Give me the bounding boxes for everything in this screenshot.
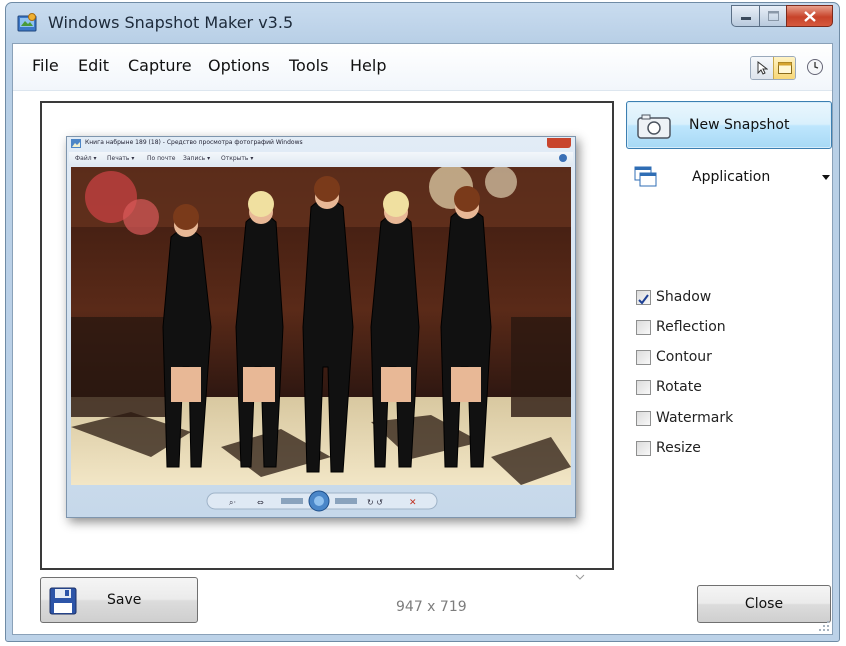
option-label: Resize <box>656 440 701 456</box>
svg-text:⌕·: ⌕· <box>229 498 236 507</box>
new-snapshot-label: New Snapshot <box>689 117 790 133</box>
resize-checkbox[interactable] <box>636 441 651 456</box>
captured-viewer-controls: ⌕· ⇔ ↻ ↺ ✕ <box>67 487 575 513</box>
resize-grip-icon[interactable] <box>818 620 830 632</box>
preview-resize-grip-icon[interactable] <box>575 574 585 580</box>
title-bar[interactable]: Windows Snapshot Maker v3.5 <box>6 3 839 43</box>
option-reflection[interactable]: Reflection <box>636 319 816 339</box>
maximize-icon <box>767 11 779 21</box>
window-icon <box>777 62 792 74</box>
app-logo-icon <box>17 13 37 32</box>
option-resize[interactable]: Resize <box>636 440 816 460</box>
save-button[interactable]: Save <box>40 577 198 623</box>
capture-source-value: Application <box>692 169 771 185</box>
window-close-button[interactable] <box>786 5 833 27</box>
captured-window-title: Книга набрыне 189 (18) - Средство просмо… <box>85 139 303 146</box>
option-label: Rotate <box>656 379 702 395</box>
menu-options[interactable]: Options <box>208 56 270 75</box>
option-label: Shadow <box>656 289 712 305</box>
checkmark-icon <box>638 294 649 305</box>
photo-viewer-icon <box>71 139 81 148</box>
menu-edit[interactable]: Edit <box>78 56 109 75</box>
option-watermark[interactable]: Watermark <box>636 410 816 430</box>
captured-menu-item: По почте <box>147 155 176 162</box>
help-icon <box>559 154 567 162</box>
menu-tools[interactable]: Tools <box>289 56 328 75</box>
clock-icon[interactable] <box>806 58 824 76</box>
menu-bar: File Edit Capture Options Tools Help <box>13 44 832 91</box>
minimize-icon <box>740 17 751 20</box>
window-title: Windows Snapshot Maker v3.5 <box>48 13 294 32</box>
photo-content <box>71 167 571 485</box>
captured-window-image: Книга набрыне 189 (18) - Средство просмо… <box>66 136 576 518</box>
close-button[interactable]: Close <box>697 585 831 623</box>
application-window-icon <box>634 166 657 187</box>
cursor-mode-button[interactable] <box>751 57 773 79</box>
viewer-controls-strip: ⌕· ⇔ ↻ ↺ ✕ <box>206 490 438 512</box>
captured-menu-item: Запись ▾ <box>183 155 211 162</box>
svg-text:✕: ✕ <box>409 498 417 508</box>
captured-close-button <box>547 138 571 148</box>
svg-text:↻ ↺: ↻ ↺ <box>367 498 383 507</box>
rotate-checkbox[interactable] <box>636 380 651 395</box>
minimize-button[interactable] <box>731 5 759 27</box>
captured-menubar: Файл ▾ Печать ▾ По почте Запись ▾ Открыт… <box>69 152 573 166</box>
maximize-button[interactable] <box>759 5 786 27</box>
menu-file[interactable]: File <box>32 56 59 75</box>
caption-buttons <box>731 5 833 27</box>
contour-checkbox[interactable] <box>636 350 651 365</box>
image-dimensions: 947 x 719 <box>396 599 467 615</box>
cursor-icon <box>757 61 768 75</box>
floppy-disk-icon <box>49 587 77 615</box>
option-label: Reflection <box>656 319 726 335</box>
window-mode-button[interactable] <box>773 57 795 79</box>
option-rotate[interactable]: Rotate <box>636 379 816 399</box>
capture-mode-toggle <box>750 56 796 80</box>
performers-photo <box>71 167 571 485</box>
captured-menu-item: Открыть ▾ <box>221 155 254 162</box>
option-contour[interactable]: Contour <box>636 349 816 369</box>
app-window: Windows Snapshot Maker v3.5 File Edit Ca… <box>5 2 840 642</box>
option-label: Contour <box>656 349 712 365</box>
svg-text:⇔: ⇔ <box>257 498 264 507</box>
save-label: Save <box>107 592 142 608</box>
new-snapshot-button[interactable]: New Snapshot <box>626 101 832 149</box>
option-label: Watermark <box>656 410 734 426</box>
client-area: File Edit Capture Options Tools Help Кни… <box>12 43 833 635</box>
watermark-checkbox[interactable] <box>636 411 651 426</box>
captured-menu-item: Печать ▾ <box>107 155 135 162</box>
chevron-down-icon <box>822 175 830 180</box>
capture-source-dropdown[interactable]: Application <box>634 166 834 190</box>
close-label: Close <box>744 596 784 612</box>
shadow-checkbox[interactable] <box>636 290 651 305</box>
menu-help[interactable]: Help <box>350 56 386 75</box>
reflection-checkbox[interactable] <box>636 320 651 335</box>
option-shadow[interactable]: Shadow <box>636 289 816 309</box>
captured-menu-item: Файл ▾ <box>75 155 97 162</box>
snapshot-preview: Книга набрыне 189 (18) - Средство просмо… <box>40 101 614 570</box>
close-icon <box>803 10 816 22</box>
camera-icon <box>637 114 671 139</box>
menu-capture[interactable]: Capture <box>128 56 192 75</box>
